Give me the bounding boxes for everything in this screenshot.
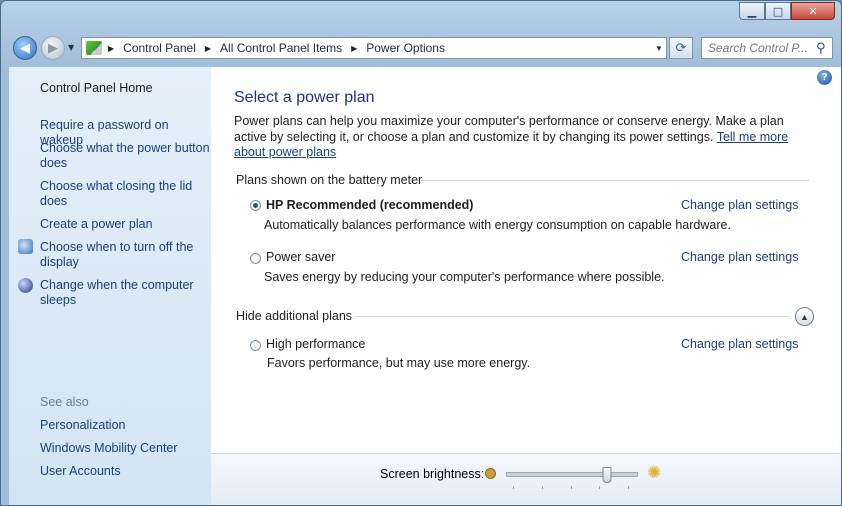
minimize-button[interactable]: ▁ — [739, 2, 765, 20]
page-title: Select a power plan — [234, 89, 375, 106]
address-dropdown-icon[interactable]: ▼ — [652, 44, 666, 53]
change-plan-settings-link[interactable]: Change plan settings — [681, 337, 798, 351]
hide-additional-plans-heading[interactable]: Hide additional plans — [236, 309, 352, 323]
see-also-personalization[interactable]: Personalization — [40, 418, 125, 433]
moon-sleep-icon — [18, 278, 33, 293]
breadcrumb-separator-icon[interactable]: ▶ — [108, 44, 114, 53]
plan-name-power-saver[interactable]: Power saver — [266, 250, 335, 264]
sidebar-item-power-button[interactable]: Choose what the power button does — [40, 141, 210, 171]
section-divider — [421, 180, 809, 181]
recent-pages-dropdown-icon[interactable]: ▼ — [68, 43, 74, 52]
sidebar-item-turn-off-display[interactable]: Choose when to turn off the display — [40, 240, 200, 270]
forward-button[interactable]: ▶ — [41, 36, 65, 60]
close-button[interactable]: ✕ — [791, 2, 835, 20]
battery-plans-heading: Plans shown on the battery meter — [236, 173, 423, 187]
breadcrumb-all-items[interactable]: All Control Panel Items — [220, 41, 342, 55]
plan-radio-high-performance[interactable] — [250, 340, 261, 351]
plan-name-high-performance[interactable]: High performance — [266, 337, 365, 351]
window-controls: ▁ □ ✕ — [739, 2, 835, 20]
search-input[interactable] — [702, 40, 814, 56]
display-clock-icon — [18, 239, 33, 254]
plan-description: Favors performance, but may use more ene… — [267, 356, 531, 370]
see-also-user-accounts[interactable]: User Accounts — [40, 464, 121, 479]
refresh-icon[interactable]: ⟳ — [669, 37, 693, 59]
breadcrumb-power-options[interactable]: Power Options — [366, 41, 445, 55]
back-button[interactable]: ◀ — [13, 36, 37, 60]
plan-description: Saves energy by reducing your computer's… — [264, 270, 665, 284]
slider-ticks — [513, 486, 629, 489]
main-content: ? Select a power plan Power plans can he… — [211, 67, 841, 453]
navigation-bar: ◀ ▶ ▼ ▶ Control Panel ▶ All Control Pane… — [1, 29, 841, 67]
section-divider — [355, 316, 789, 317]
brightness-label: Screen brightness: — [380, 467, 485, 481]
breadcrumb-separator-icon[interactable]: ▶ — [351, 44, 357, 53]
breadcrumb-control-panel[interactable]: Control Panel — [123, 41, 196, 55]
change-plan-settings-link[interactable]: Change plan settings — [681, 250, 798, 264]
address-bar[interactable]: ▶ Control Panel ▶ All Control Panel Item… — [81, 37, 667, 59]
power-options-window: ▁ □ ✕ ◀ ▶ ▼ ▶ Control Panel ▶ All Contro… — [0, 0, 842, 506]
collapse-chevron-up-icon[interactable]: ▲ — [795, 307, 814, 326]
change-plan-settings-link[interactable]: Change plan settings — [681, 198, 798, 212]
intro-paragraph: Power plans can help you maximize your c… — [234, 114, 784, 144]
plan-radio-power-saver[interactable] — [250, 253, 261, 264]
see-also-heading: See also — [40, 395, 89, 409]
dim-brightness-icon — [485, 468, 496, 479]
brightness-bar: Screen brightness: ✺ — [211, 453, 841, 505]
bright-sun-icon: ✺ — [647, 463, 662, 482]
help-icon[interactable]: ? — [817, 70, 832, 85]
left-navigation-pane: Control Panel Home Require a password on… — [9, 67, 211, 505]
search-icon[interactable]: ⚲ — [816, 41, 826, 56]
brightness-slider[interactable] — [506, 467, 638, 483]
sidebar-item-create-plan[interactable]: Create a power plan — [40, 217, 153, 232]
sidebar-item-computer-sleeps[interactable]: Change when the computer sleeps — [40, 278, 200, 308]
brightness-slider-thumb[interactable] — [602, 467, 612, 483]
control-panel-home-link[interactable]: Control Panel Home — [40, 81, 153, 96]
breadcrumb-separator-icon[interactable]: ▶ — [205, 44, 211, 53]
plan-description: Automatically balances performance with … — [264, 218, 731, 232]
see-also-mobility-center[interactable]: Windows Mobility Center — [40, 441, 178, 456]
intro-text: Power plans can help you maximize your c… — [234, 114, 814, 161]
plan-name-hp-recommended[interactable]: HP Recommended (recommended) — [266, 198, 473, 212]
control-panel-icon — [86, 41, 102, 55]
sidebar-item-closing-lid[interactable]: Choose what closing the lid does — [40, 179, 200, 209]
plan-radio-hp-recommended[interactable] — [250, 200, 261, 211]
maximize-button[interactable]: □ — [765, 2, 791, 20]
search-box[interactable]: ⚲ — [701, 37, 833, 59]
